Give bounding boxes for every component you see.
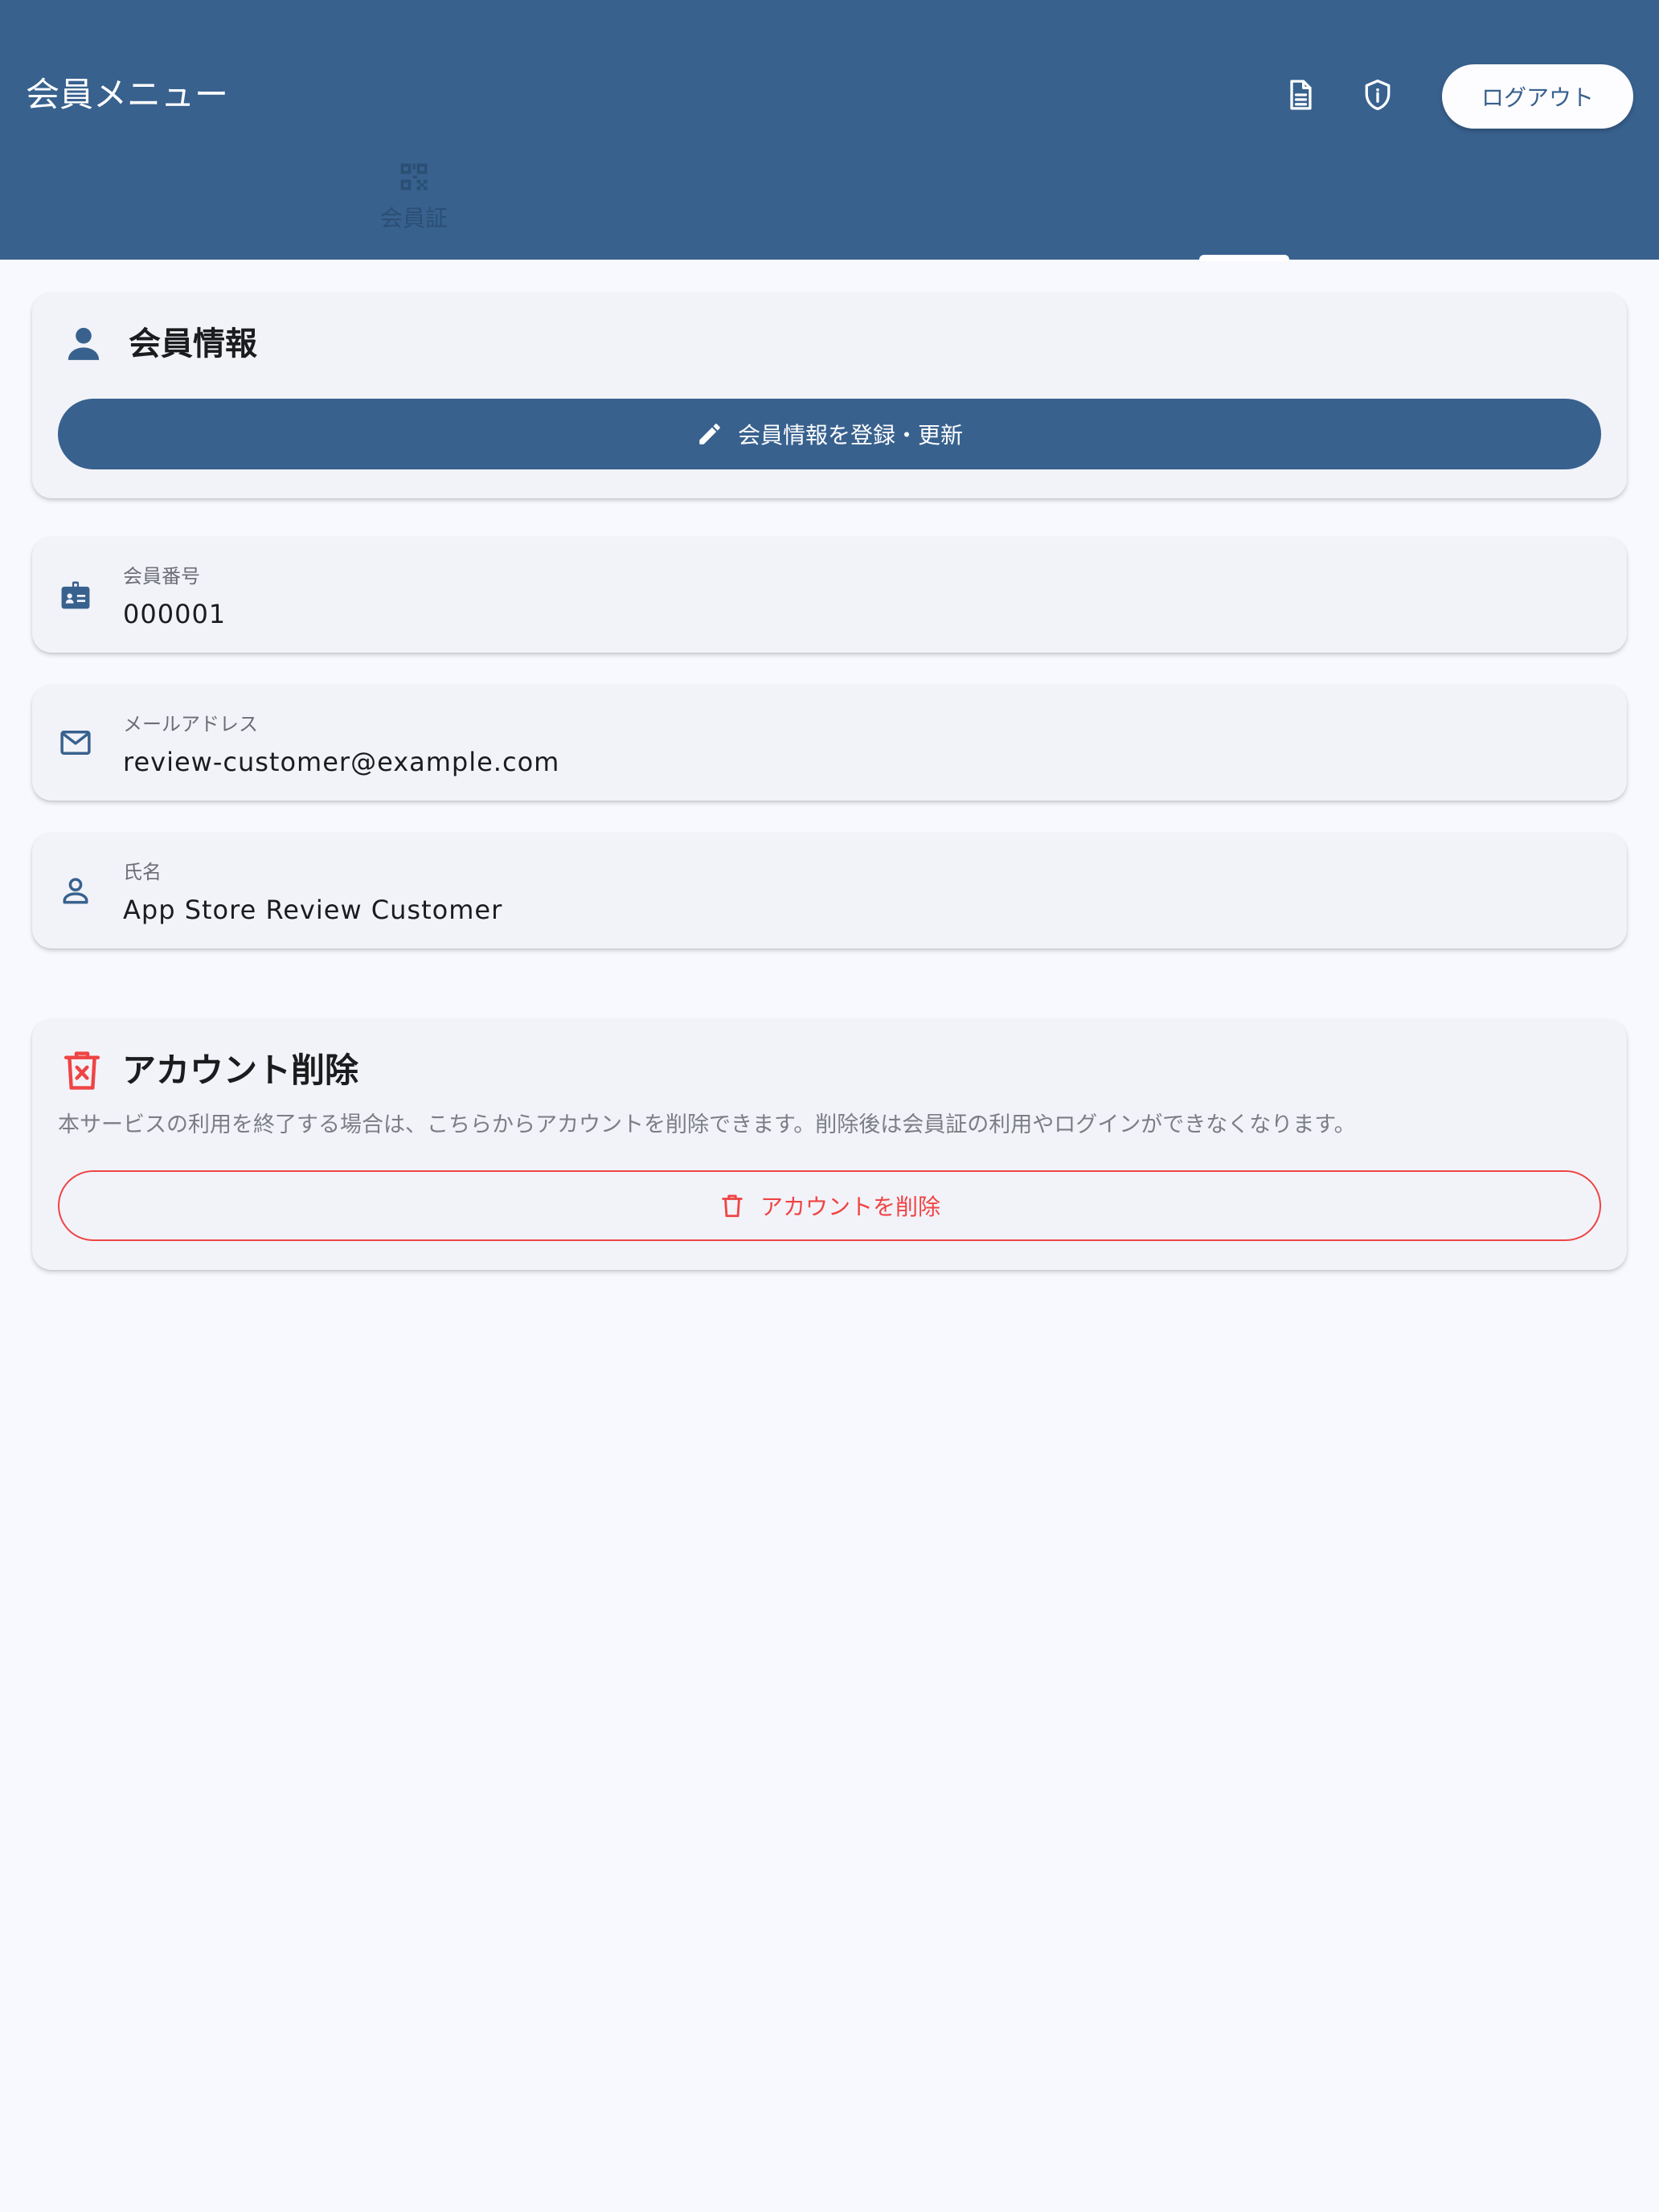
person-outline-icon — [58, 873, 93, 908]
edit-pencil-icon — [699, 424, 720, 444]
account-delete-card: アカウント削除 本サービスの利用を終了する場合は、こちらからアカウントを削除でき… — [32, 1019, 1627, 1270]
badge-icon — [58, 577, 93, 612]
member-number-value: 000001 — [123, 599, 227, 629]
field-label: 氏名 — [123, 861, 162, 883]
member-info-title: 会員情報 — [129, 326, 257, 363]
field-label: 会員番号 — [123, 565, 200, 588]
update-member-info-button[interactable]: 会員情報を登録・更新 — [58, 399, 1601, 469]
app-bar: 会員メニュー ログアウト 会員証 — [0, 0, 1659, 261]
mail-icon — [58, 725, 93, 760]
privacy-shield-icon[interactable] — [1355, 72, 1400, 117]
member-info-card: 会員情報 会員情報を登録・更新 — [32, 293, 1627, 498]
account-delete-description: 本サービスの利用を終了する場合は、こちらからアカウントを削除できます。削除後は会… — [58, 1112, 1356, 1137]
field-label: メールアドレス — [123, 713, 258, 735]
trash-icon — [722, 1194, 743, 1218]
member-number-field: 会員番号 000001 — [32, 537, 1627, 653]
tab-indicator-selected[interactable] — [1199, 255, 1289, 261]
description-icon[interactable] — [1278, 72, 1323, 117]
name-field: 氏名 App Store Review Customer — [32, 833, 1627, 948]
name-value: App Store Review Customer — [123, 895, 503, 925]
delete-button-label: アカウントを削除 — [760, 1194, 940, 1220]
delete-account-button[interactable]: アカウントを削除 — [58, 1170, 1601, 1241]
person-icon — [61, 322, 106, 367]
tab-label: 会員証 — [379, 205, 448, 231]
logout-button[interactable]: ログアウト — [1442, 64, 1633, 129]
qr-code-icon — [400, 163, 428, 190]
tab-member-card[interactable]: 会員証 — [354, 159, 474, 240]
update-button-label: 会員情報を登録・更新 — [737, 422, 963, 449]
account-delete-title: アカウント削除 — [122, 1051, 359, 1090]
email-value: review-customer@example.com — [123, 747, 560, 777]
email-field: メールアドレス review-customer@example.com — [32, 685, 1627, 801]
delete-forever-icon — [61, 1048, 103, 1093]
page-title: 会員メニュー — [26, 75, 229, 114]
